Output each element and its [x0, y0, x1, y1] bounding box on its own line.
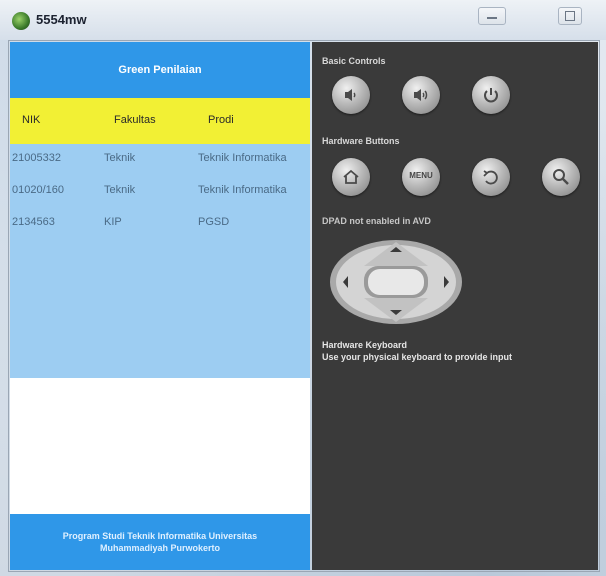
cell-fakultas: KIP [104, 216, 122, 228]
basic-controls-label: Basic Controls [322, 56, 386, 66]
table-header: NIK Fakultas Prodi [10, 98, 310, 144]
minimize-button[interactable] [478, 7, 506, 25]
app-header-title: Green Penilaian [118, 64, 202, 76]
home-icon [343, 169, 359, 184]
hardware-keyboard-title: Hardware Keyboard [322, 340, 408, 350]
cell-nik: 21005332 [12, 152, 61, 164]
footer-line: Program Studi Teknik Informatika Univers… [62, 531, 258, 541]
search-button[interactable] [542, 158, 580, 196]
app-footer: Program Studi Teknik Informatika Univers… [10, 514, 310, 570]
volume-down-button[interactable] [332, 76, 370, 114]
back-button[interactable] [472, 158, 510, 196]
power-icon [484, 88, 498, 103]
cell-nik: 01020/160 [12, 184, 64, 196]
cell-fakultas: Teknik [104, 184, 136, 196]
dpad[interactable] [328, 238, 464, 326]
app-header: Green Penilaian [10, 42, 310, 98]
table-body: 21005332 Teknik Teknik Informatika 01020… [10, 144, 310, 378]
cell-prodi: Teknik Informatika [198, 184, 287, 196]
table-row[interactable]: 2134563 KIP PGSD [10, 212, 310, 236]
footer-line: Muhammadiyah Purwokerto [99, 543, 220, 553]
cell-nik: 2134563 [12, 216, 55, 228]
home-button[interactable] [332, 158, 370, 196]
column-header-fakultas: Fakultas [114, 114, 156, 126]
cell-prodi: PGSD [198, 216, 230, 228]
volume-up-button[interactable] [402, 76, 440, 114]
cell-fakultas: Teknik [104, 152, 136, 164]
dpad-label: DPAD not enabled in AVD [322, 216, 431, 226]
volume-up-icon [414, 89, 428, 101]
cell-prodi: Teknik Informatika [198, 152, 287, 164]
hardware-keyboard-hint: Use your physical keyboard to provide in… [322, 352, 513, 362]
window-titlebar[interactable]: 5554mw [0, 0, 606, 40]
emulator-controls-panel: Basic Controls Hardware Buttons MENU DPA… [312, 42, 598, 570]
volume-down-icon [345, 89, 356, 101]
menu-icon: MENU [409, 171, 433, 180]
power-button[interactable] [472, 76, 510, 114]
table-row[interactable]: 21005332 Teknik Teknik Informatika [10, 148, 310, 172]
column-header-prodi: Prodi [208, 114, 234, 126]
column-header-nik: NIK [22, 114, 41, 126]
table-row[interactable]: 01020/160 Teknik Teknik Informatika [10, 180, 310, 204]
maximize-button[interactable] [558, 7, 582, 25]
back-icon [483, 170, 498, 185]
hardware-buttons-label: Hardware Buttons [322, 136, 400, 146]
window-title: 5554mw [36, 12, 87, 27]
emulator-app-icon [12, 12, 30, 30]
search-icon [553, 169, 569, 185]
menu-button[interactable]: MENU [402, 158, 440, 196]
emulator-screen[interactable]: Green Penilaian NIK Fakultas Prodi 21005… [10, 42, 310, 570]
